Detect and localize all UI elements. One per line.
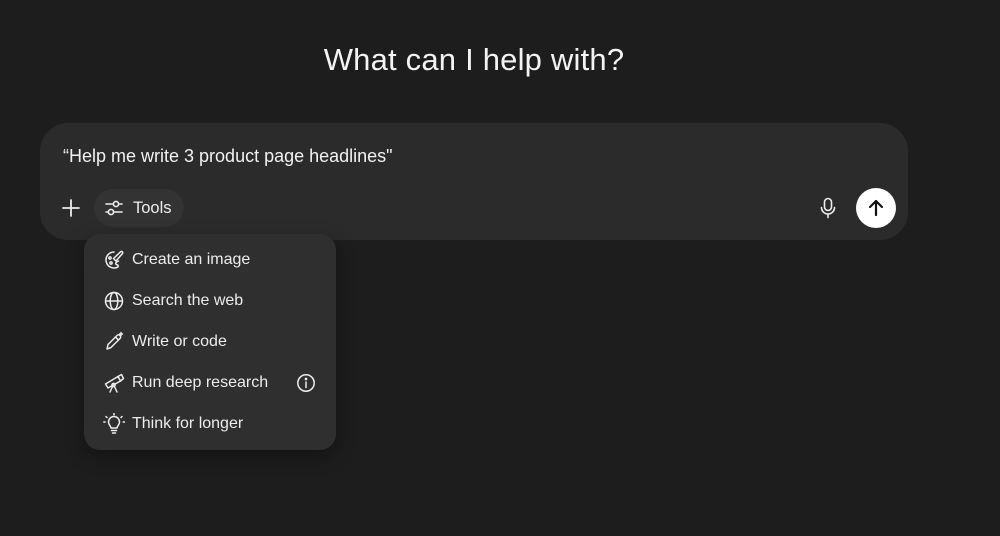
- voice-input-button[interactable]: [815, 195, 841, 221]
- info-icon[interactable]: [296, 373, 316, 393]
- menu-item-label: Write or code: [132, 333, 227, 350]
- menu-item-deep-research[interactable]: Run deep research: [84, 363, 336, 403]
- arrow-up-icon: [866, 198, 886, 218]
- tools-button[interactable]: Tools: [94, 189, 184, 227]
- tools-label: Tools: [133, 198, 172, 217]
- send-button[interactable]: [856, 188, 896, 228]
- pencil-sparkle-icon: [103, 331, 125, 353]
- menu-item-write-code[interactable]: Write or code: [84, 322, 336, 362]
- telescope-icon: [103, 372, 125, 394]
- menu-item-label: Run deep research: [132, 374, 269, 391]
- menu-item-search-web[interactable]: Search the web: [84, 281, 336, 321]
- page-title: What can I help with?: [323, 42, 625, 77]
- add-attachment-button[interactable]: [57, 194, 85, 222]
- prompt-input[interactable]: “Help me write 3 product page headlines": [63, 146, 393, 167]
- tools-menu: Create an image Search the web Write or …: [84, 234, 336, 450]
- menu-item-label: Search the web: [132, 292, 244, 309]
- globe-icon: [103, 290, 125, 312]
- menu-item-label: Create an image: [132, 251, 251, 268]
- microphone-icon: [818, 197, 838, 219]
- sliders-icon: [104, 198, 124, 218]
- plus-icon: [61, 198, 81, 218]
- lightbulb-icon: [103, 413, 125, 435]
- prompt-composer: “Help me write 3 product page headlines"…: [40, 123, 908, 240]
- image-brush-icon: [103, 249, 125, 271]
- menu-item-label: Think for longer: [132, 415, 244, 432]
- menu-item-create-image[interactable]: Create an image: [84, 240, 336, 280]
- menu-item-think-longer[interactable]: Think for longer: [84, 404, 336, 444]
